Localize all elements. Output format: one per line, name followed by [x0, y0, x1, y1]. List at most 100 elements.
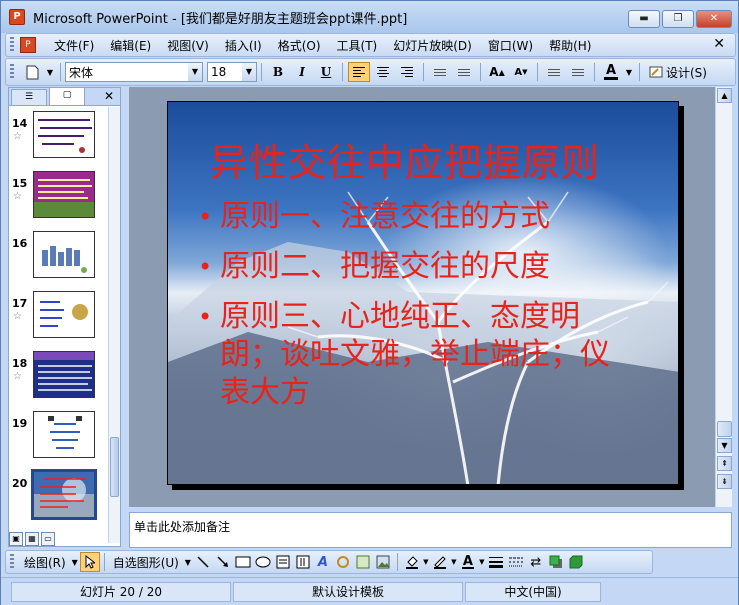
thumbnail-slide-19[interactable]: 19	[9, 407, 109, 465]
animation-star-icon: ☆	[13, 191, 22, 202]
line-style-icon[interactable]	[486, 552, 506, 572]
separator	[423, 63, 424, 81]
decrease-font-size-icon[interactable]: A ▼	[510, 62, 532, 82]
bold-button[interactable]: B	[267, 62, 289, 82]
tab-slides[interactable]: ▢	[49, 87, 85, 105]
menu-help[interactable]: 帮助(H)	[541, 37, 599, 54]
separator	[103, 553, 105, 571]
dash-style-icon[interactable]	[506, 552, 526, 572]
document-icon[interactable]: P	[20, 37, 36, 53]
menu-format[interactable]: 格式(O)	[270, 37, 329, 54]
chevron-down-icon[interactable]: ▼	[242, 63, 256, 81]
chevron-down-icon[interactable]: ▼	[183, 552, 193, 572]
increase-indent-icon[interactable]	[567, 62, 589, 82]
normal-view-icon[interactable]: ▣	[9, 532, 23, 546]
font-name-combo[interactable]: 宋体 ▼	[65, 62, 203, 82]
thumbnail-number: 20	[12, 477, 28, 490]
numbered-list-icon[interactable]	[429, 62, 451, 82]
dropdown-arrow-icon[interactable]: ▼	[45, 62, 55, 82]
underline-button[interactable]: U	[315, 62, 337, 82]
menu-tools[interactable]: 工具(T)	[329, 37, 386, 54]
tab-outline[interactable]: ☰	[11, 89, 47, 105]
oval-tool-icon[interactable]	[253, 552, 273, 572]
menu-file[interactable]: 文件(F)	[46, 37, 102, 54]
chevron-down-icon[interactable]: ▼	[478, 552, 486, 572]
diagram-icon[interactable]	[333, 552, 353, 572]
font-color-icon[interactable]: A	[600, 62, 622, 82]
design-template-name[interactable]: 默认设计模板	[233, 581, 463, 602]
decrease-indent-icon[interactable]	[543, 62, 565, 82]
thumbnail-scrollbar[interactable]	[108, 107, 120, 543]
toolbar-grip[interactable]	[10, 554, 14, 570]
chevron-down-icon[interactable]: ▼	[450, 552, 458, 572]
chevron-down-icon[interactable]: ▼	[70, 552, 80, 572]
textbox-icon[interactable]	[273, 552, 293, 572]
close-panel-icon[interactable]: ✕	[104, 89, 114, 103]
chevron-down-icon[interactable]: ▼	[188, 63, 202, 81]
panel-tabs: ☰ ▢ ✕	[9, 87, 120, 106]
minimize-button[interactable]: ▬	[628, 10, 660, 28]
arrow-style-icon[interactable]: ⇄	[526, 552, 546, 572]
thumbnail-slide-17[interactable]: 17 ☆	[9, 287, 109, 345]
arrow-tool-icon[interactable]	[213, 552, 233, 572]
insert-picture-icon[interactable]	[373, 552, 393, 572]
thumbnail-slide-15[interactable]: 15 ☆	[9, 167, 109, 225]
separator	[639, 63, 640, 81]
font-size-combo[interactable]: 18 ▼	[207, 62, 257, 82]
chevron-down-icon[interactable]: ▼	[422, 552, 430, 572]
align-center-icon[interactable]	[372, 62, 394, 82]
align-left-icon[interactable]	[348, 62, 370, 82]
bullet-item: • 原则一、注意交往的方式	[198, 198, 638, 236]
line-tool-icon[interactable]	[193, 552, 213, 572]
thumbnail-slide-20[interactable]: 20	[9, 467, 109, 525]
select-pointer-icon[interactable]	[79, 552, 100, 572]
thumbnail-slide-14[interactable]: 14 ☆	[9, 107, 109, 165]
thumbnail-slide-16[interactable]: 16	[9, 227, 109, 285]
menu-slideshow[interactable]: 幻灯片放映(D)	[385, 37, 480, 54]
separator	[396, 553, 398, 571]
line-color-icon[interactable]	[430, 552, 450, 572]
scrollbar-thumb[interactable]	[110, 437, 119, 497]
vertical-textbox-icon[interactable]	[293, 552, 313, 572]
menu-view[interactable]: 视图(V)	[159, 37, 217, 54]
3d-style-icon[interactable]	[566, 552, 586, 572]
draw-menu-button[interactable]: 绘图(R)	[20, 554, 70, 571]
bullet-list-icon[interactable]	[453, 62, 475, 82]
scroll-up-icon[interactable]: ▲	[717, 88, 732, 103]
slideshow-view-icon[interactable]: ▭	[41, 532, 55, 546]
notes-pane[interactable]: 单击此处添加备注	[129, 512, 732, 548]
next-slide-icon[interactable]: ⇟	[717, 474, 732, 489]
slide-canvas[interactable]: 异性交往中应把握原则 • 原则一、注意交往的方式 • 原则二、把握交往的尺度 • 原则…	[167, 101, 679, 485]
design-button[interactable]: 设计(S)	[645, 62, 711, 82]
toolbar-grip[interactable]	[10, 64, 14, 80]
slide-vertical-scrollbar[interactable]: ▲ ▼ ⇞ ⇟	[715, 87, 732, 507]
scroll-down-icon[interactable]: ▼	[717, 438, 732, 453]
powerpoint-app-icon[interactable]: P	[9, 9, 25, 25]
fill-color-icon[interactable]	[402, 552, 422, 572]
text-color-icon[interactable]: A	[458, 552, 478, 572]
wordart-icon[interactable]: A	[313, 552, 333, 572]
shadow-style-icon[interactable]	[546, 552, 566, 572]
thumbnail-slide-18[interactable]: 18 ☆	[9, 347, 109, 405]
new-document-icon[interactable]	[21, 62, 43, 82]
increase-font-size-icon[interactable]: A ▲	[486, 62, 508, 82]
slide-sorter-view-icon[interactable]: ▦	[25, 532, 39, 546]
language-indicator[interactable]: 中文(中国)	[465, 581, 601, 602]
scrollbar-thumb[interactable]	[717, 421, 732, 437]
close-button[interactable]: ✕	[696, 10, 732, 28]
autoshapes-button[interactable]: 自选图形(U)	[109, 554, 183, 571]
toolbar-grip[interactable]	[10, 37, 14, 53]
italic-button[interactable]: I	[291, 62, 313, 82]
previous-slide-icon[interactable]: ⇞	[717, 456, 732, 471]
clipart-icon[interactable]	[353, 552, 373, 572]
maximize-button[interactable]: ❐	[662, 10, 694, 28]
menu-window[interactable]: 窗口(W)	[480, 37, 541, 54]
align-right-icon[interactable]	[396, 62, 418, 82]
menu-insert[interactable]: 插入(I)	[217, 37, 270, 54]
slide-title[interactable]: 异性交往中应把握原则	[210, 132, 600, 187]
document-close-button[interactable]: ✕	[713, 36, 725, 52]
slide-body-text[interactable]: • 原则一、注意交往的方式 • 原则二、把握交往的尺度 • 原则三、心地纯正、态度明朗…	[198, 198, 638, 424]
rectangle-tool-icon[interactable]	[233, 552, 253, 572]
menu-edit[interactable]: 编辑(E)	[102, 37, 159, 54]
chevron-down-icon[interactable]: ▼	[624, 62, 634, 82]
